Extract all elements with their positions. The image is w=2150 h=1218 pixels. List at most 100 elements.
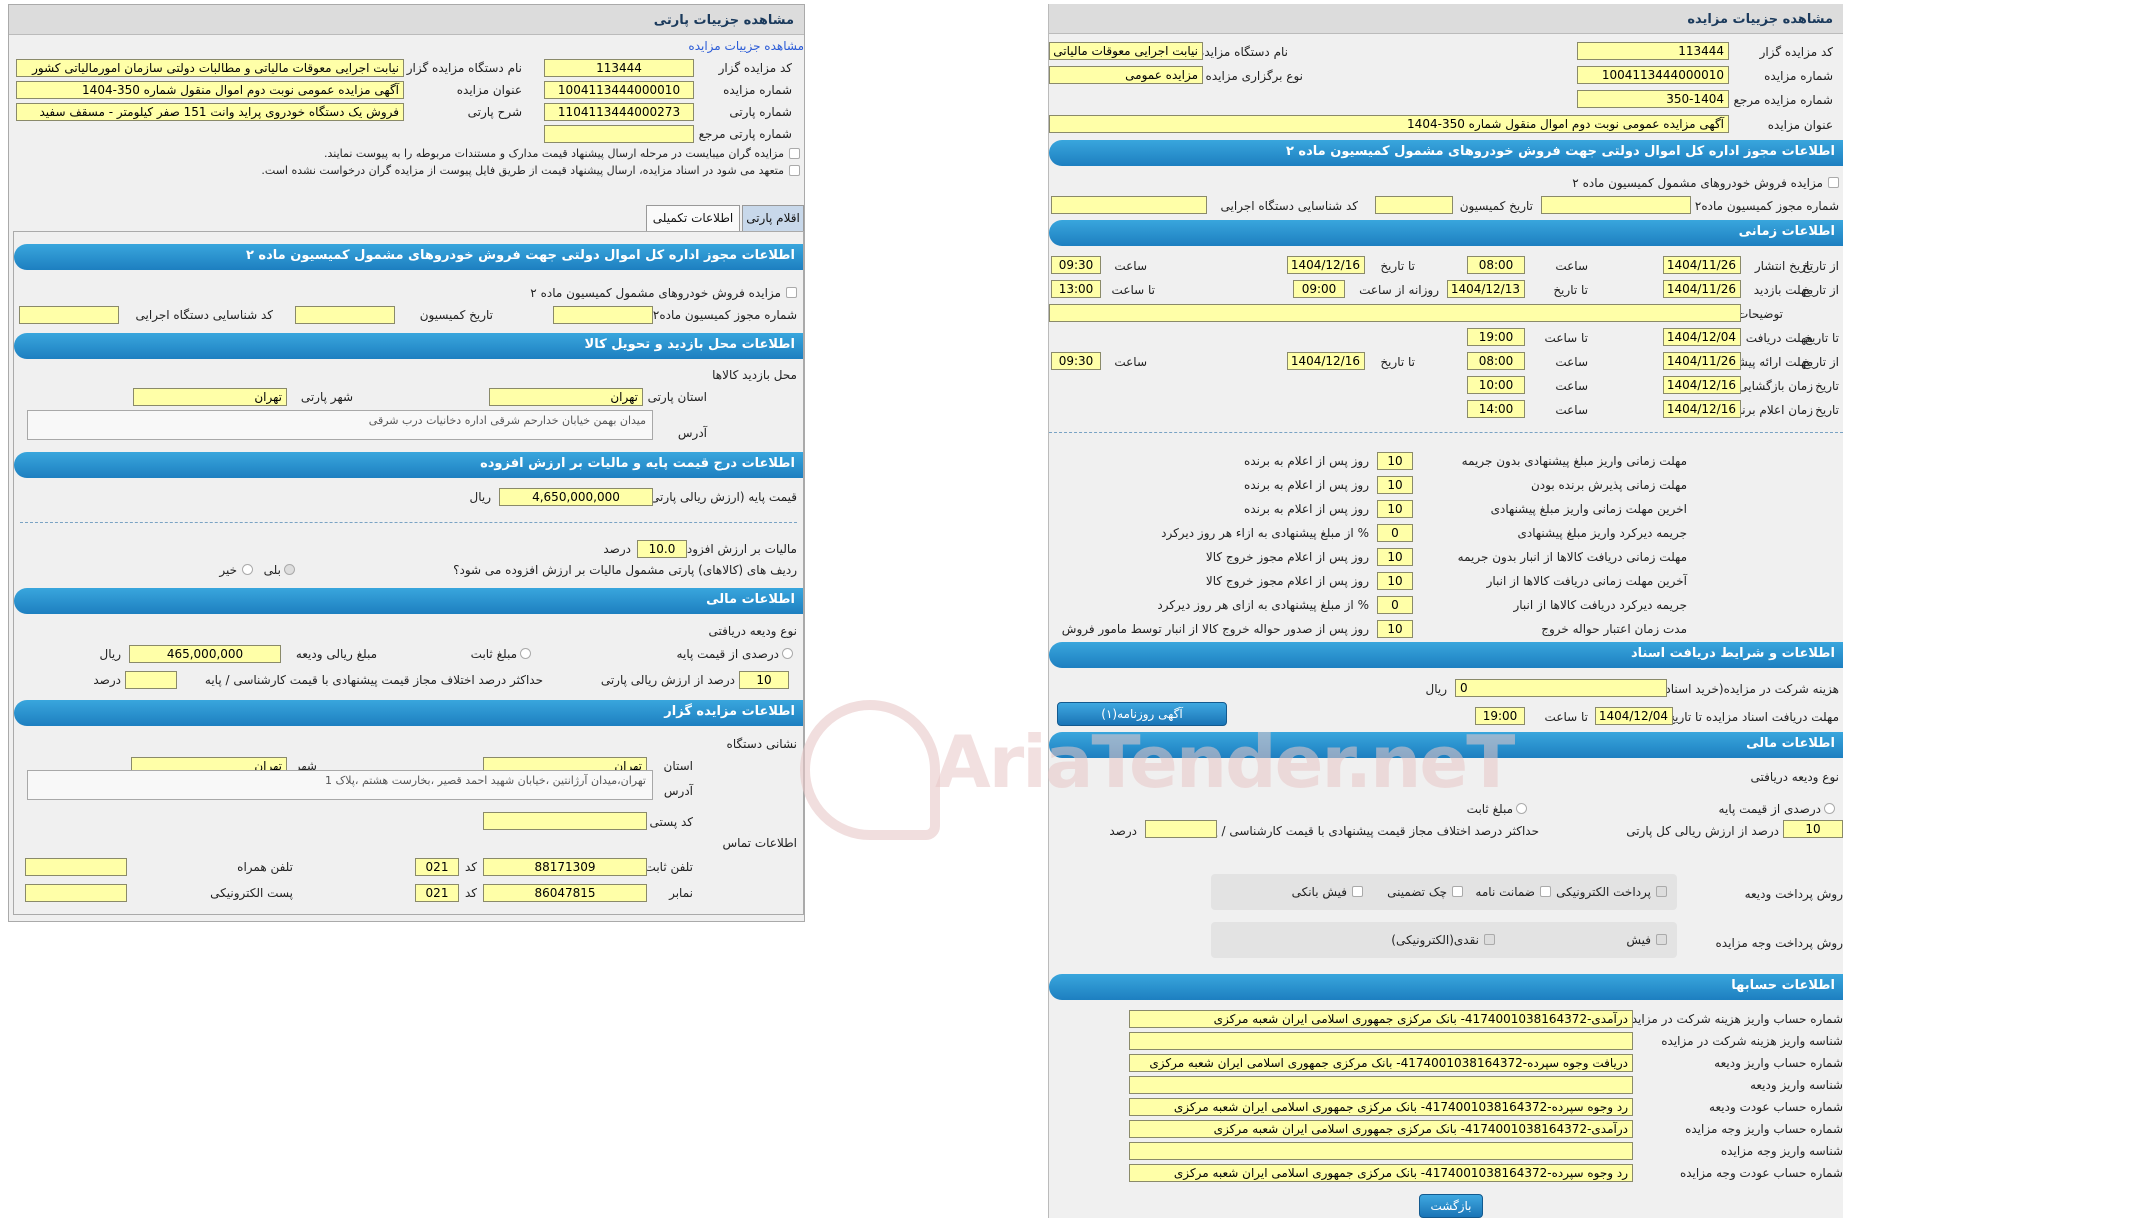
rule-value[interactable]: 10 <box>1377 572 1413 590</box>
deposit-amount-field[interactable]: 465,000,000 <box>129 645 281 663</box>
winner-hour[interactable]: 14:00 <box>1467 400 1525 418</box>
rule-value[interactable]: 10 <box>1377 500 1413 518</box>
account-value[interactable]: رد وجوه سپرده-4174001038164372- بانک مرک… <box>1129 1164 1633 1182</box>
r-type-field[interactable]: مزایده عمومی <box>1049 66 1203 84</box>
r-deposit-pct-field[interactable]: 10 <box>1783 820 1843 838</box>
pay-c-checkbox[interactable] <box>1452 886 1463 897</box>
fax-field[interactable]: 86047815 <box>483 884 647 902</box>
r-permit-id-label: کد شناسایی دستگاه اجرایی <box>1220 199 1358 213</box>
deposit-pct-radio[interactable] <box>782 648 793 659</box>
tab-extra-info[interactable]: اطلاعات تکمیلی <box>646 205 740 231</box>
rule-value[interactable]: 10 <box>1377 476 1413 494</box>
postal-field[interactable] <box>483 812 647 830</box>
r-deposit-pct-radio[interactable] <box>1824 803 1835 814</box>
rule-value[interactable]: 10 <box>1377 548 1413 566</box>
auction-details-link[interactable]: مشاهده جزییات مزایده <box>688 39 804 53</box>
mobile-field[interactable] <box>25 858 127 876</box>
vat-no-radio[interactable] <box>242 564 253 575</box>
account-value[interactable]: رد وجوه سپرده-4174001038164372- بانک مرک… <box>1129 1098 1633 1116</box>
r-permit-id-field[interactable] <box>1051 196 1207 214</box>
auction-title-field[interactable]: آگهی مزایده عمومی نوبت دوم اموال منقول ش… <box>16 81 404 99</box>
account-value[interactable] <box>1129 1032 1633 1050</box>
offer-to-date[interactable]: 1404/12/16 <box>1287 352 1365 370</box>
permit-number-field[interactable] <box>553 306 653 324</box>
attach-docs-checkbox[interactable] <box>789 148 800 159</box>
permit-id-field[interactable] <box>19 306 119 324</box>
deposit-fixed-radio[interactable] <box>520 648 531 659</box>
pay-e-checkbox[interactable] <box>1656 886 1667 897</box>
party-desc-field[interactable]: فروش یک دستگاه خودروی پراید وانت 151 صفر… <box>16 103 404 121</box>
visit-to-hour[interactable]: 13:00 <box>1051 280 1101 298</box>
rule-unit: روز پس از اعلام به برنده <box>1244 502 1369 516</box>
pub-to-hour[interactable]: 09:30 <box>1051 256 1101 274</box>
org-label: نام دستگاه مزایده گزار <box>406 61 522 75</box>
r-org-field[interactable]: نیابت اجرایی معوقات مالیاتی <box>1049 42 1203 60</box>
offer-from-hour[interactable]: 08:00 <box>1467 352 1525 370</box>
pay-b-checkbox[interactable] <box>1352 886 1363 897</box>
back-button[interactable]: بازگشت <box>1419 1194 1483 1218</box>
city-field[interactable]: تهران <box>133 388 287 406</box>
doc-date[interactable]: 1404/12/04 <box>1663 328 1741 346</box>
phone-code-field[interactable]: 021 <box>415 858 459 876</box>
rule-unit: % از مبلغ پیشنهادی به ازای هر روز دیرکرد <box>1157 598 1369 612</box>
account-value[interactable] <box>1129 1076 1633 1094</box>
vat-field[interactable]: 10.0 <box>637 540 687 558</box>
pay-f-checkbox[interactable] <box>1656 934 1667 945</box>
r-max-diff-field[interactable] <box>1145 820 1217 838</box>
org-field[interactable]: نیابت اجرایی معوقات مالیاتی و مطالبات دو… <box>16 59 404 77</box>
ref-party-field[interactable] <box>544 125 694 143</box>
offer-to-hour[interactable]: 09:30 <box>1051 352 1101 370</box>
phone-field[interactable]: 88171309 <box>483 858 647 876</box>
r-permit-checkbox[interactable] <box>1828 177 1839 188</box>
tab-party-items[interactable]: اقلام پارتی <box>742 205 804 231</box>
visit-from-date[interactable]: 1404/11/26 <box>1663 280 1741 298</box>
email-field[interactable] <box>25 884 127 902</box>
r-ref-field[interactable]: 350-1404 <box>1577 90 1729 108</box>
r-permit-date-field[interactable] <box>1375 196 1453 214</box>
pub-from-hour[interactable]: 08:00 <box>1467 256 1525 274</box>
account-value[interactable]: دریافت وجوه سپرده-4174001038164372- بانک… <box>1129 1054 1633 1072</box>
deadline-date[interactable]: 1404/12/04 <box>1595 707 1673 725</box>
vat-yes-radio[interactable] <box>284 564 295 575</box>
account-value[interactable]: درآمدی-4174001038164372- بانک مرکزی جمهو… <box>1129 1120 1633 1138</box>
rule-value[interactable]: 10 <box>1377 620 1413 638</box>
account-value[interactable] <box>1129 1142 1633 1160</box>
account-value[interactable]: درآمدی-4174001038164372- بانک مرکزی جمهو… <box>1129 1010 1633 1028</box>
no-file-checkbox[interactable] <box>789 165 800 176</box>
seller-address-field[interactable]: تهران،میدان آرژانتین ،خیابان شهید احمد ق… <box>27 770 653 800</box>
base-price-field[interactable]: 4,650,000,000 <box>499 488 653 506</box>
doc-hour[interactable]: 19:00 <box>1467 328 1525 346</box>
desc-field[interactable] <box>1049 304 1741 322</box>
party-number-field[interactable]: 1104113444000273 <box>544 103 694 121</box>
max-diff-field[interactable] <box>125 671 177 689</box>
deposit-pct-field[interactable]: 10 <box>739 671 789 689</box>
rule-value[interactable]: 0 <box>1377 596 1413 614</box>
r-num-field[interactable]: 1004113444000010 <box>1577 66 1729 84</box>
visit-daily-hour[interactable]: 09:00 <box>1293 280 1345 298</box>
r-deposit-fixed-radio[interactable] <box>1516 803 1527 814</box>
r-permit-checkbox-label: مزایده فروش خودروهای مشمول کمیسیون ماده … <box>1572 176 1823 190</box>
winner-date[interactable]: 1404/12/16 <box>1663 400 1741 418</box>
pay-g-checkbox[interactable] <box>1540 886 1551 897</box>
r-code-field[interactable]: 113444 <box>1577 42 1729 60</box>
visit-to-date[interactable]: 1404/12/13 <box>1447 280 1525 298</box>
pub-from-date[interactable]: 1404/11/26 <box>1663 256 1741 274</box>
pub-to-date[interactable]: 1404/12/16 <box>1287 256 1365 274</box>
rule-value[interactable]: 10 <box>1377 452 1413 470</box>
auction-number-field[interactable]: 1004113444000010 <box>544 81 694 99</box>
account-label: شناسه واریز وجه مزایده <box>1720 1144 1843 1158</box>
permit-date-field[interactable] <box>295 306 395 324</box>
fee-field[interactable]: 0 <box>1455 679 1667 697</box>
province-field[interactable]: تهران <box>489 388 643 406</box>
pay-cash-checkbox[interactable] <box>1484 934 1495 945</box>
r-title-field[interactable]: آگهی مزایده عمومی نوبت دوم اموال منقول ش… <box>1049 115 1729 133</box>
rule-value[interactable]: 0 <box>1377 524 1413 542</box>
offer-from-date[interactable]: 1404/11/26 <box>1663 352 1741 370</box>
open-hour[interactable]: 10:00 <box>1467 376 1525 394</box>
open-date[interactable]: 1404/12/16 <box>1663 376 1741 394</box>
fax-code-field[interactable]: 021 <box>415 884 459 902</box>
code-field[interactable]: 113444 <box>544 59 694 77</box>
permit-checkbox[interactable] <box>786 287 797 298</box>
address-field[interactable]: میدان بهمن خیابان خدارحم شرقی اداره دخان… <box>27 410 653 440</box>
r-permit-number-field[interactable] <box>1541 196 1691 214</box>
